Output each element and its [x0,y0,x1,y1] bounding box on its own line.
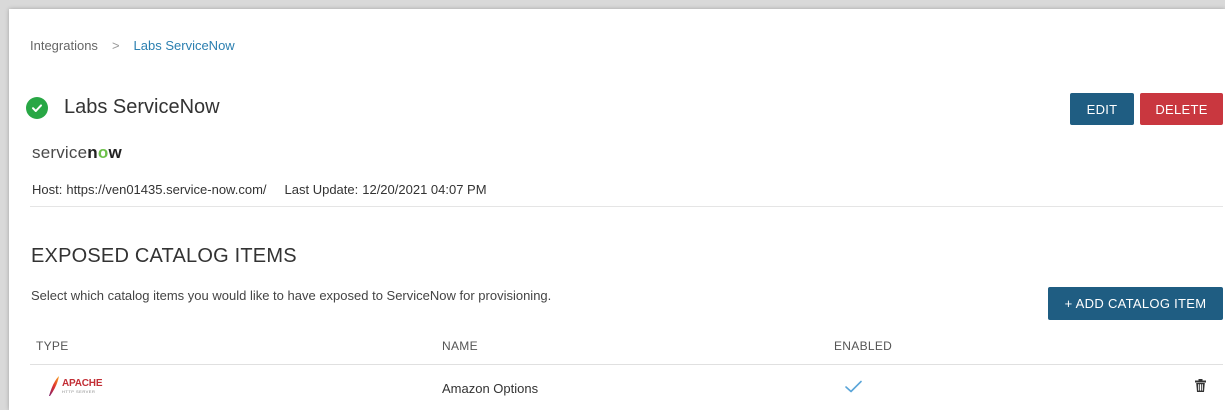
check-circle-icon [26,96,48,119]
integration-meta: Host: https://ven01435.service-now.com/ … [32,182,487,197]
column-header-enabled[interactable]: ENABLED [834,339,892,353]
divider [30,206,1223,207]
apache-logo: APACHE HTTP SERVER [48,375,102,397]
enabled-check-icon [845,380,862,398]
section-title: EXPOSED CATALOG ITEMS [31,245,297,267]
table-header-divider [30,364,1223,365]
servicenow-logo: servicenow [32,143,122,163]
column-header-name[interactable]: NAME [442,339,478,353]
page-title: Labs ServiceNow [64,96,220,118]
row-name: Amazon Options [442,381,539,396]
last-update-value: 12/20/2021 04:07 PM [362,182,487,197]
breadcrumb-current[interactable]: Labs ServiceNow [134,38,235,53]
add-catalog-item-button[interactable]: + ADD CATALOG ITEM [1048,287,1223,320]
last-update-label: Last Update: [284,182,359,197]
breadcrumb-separator: > [111,38,120,53]
host-value: https://ven01435.service-now.com/ [66,182,267,197]
logo-n: n [87,143,98,162]
delete-button[interactable]: DELETE [1140,93,1223,125]
breadcrumb: Integrations > Labs ServiceNow [30,38,235,53]
apache-logo-name: APACHE [62,377,103,389]
column-header-type[interactable]: TYPE [36,339,69,353]
apache-feather-icon [49,376,59,396]
host-label: Host: [32,182,63,197]
logo-w: w [108,143,122,162]
section-description: Select which catalog items you would lik… [31,288,552,303]
trash-icon[interactable] [1195,379,1206,397]
integration-detail-panel: Integrations > Labs ServiceNow Labs Serv… [9,9,1225,410]
logo-o: o [97,143,109,162]
title-row: Labs ServiceNow [26,96,220,119]
apache-logo-subtitle: HTTP SERVER [62,388,96,394]
breadcrumb-integrations-link[interactable]: Integrations [30,38,98,53]
edit-button[interactable]: EDIT [1070,93,1134,125]
logo-prefix: service [32,143,88,162]
